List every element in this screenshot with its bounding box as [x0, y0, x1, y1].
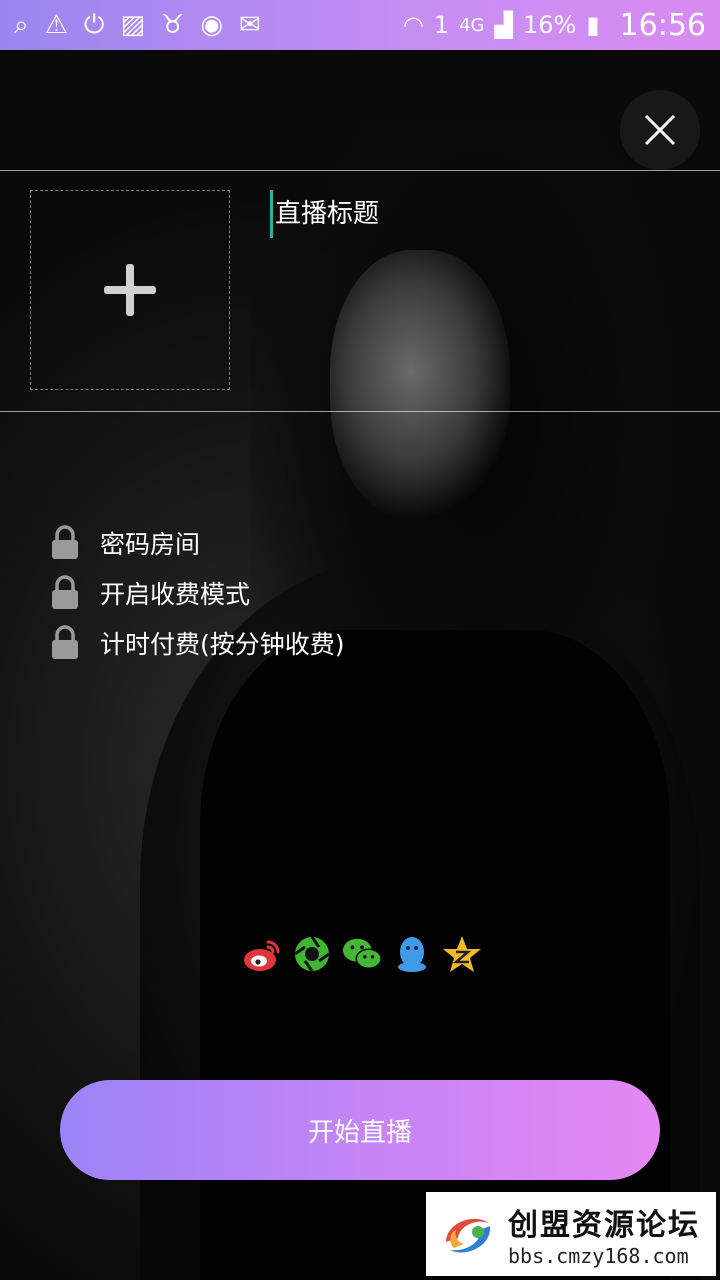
lock-icon — [52, 625, 78, 659]
signal-icon: ▟ — [494, 11, 513, 39]
cover-upload-button[interactable] — [30, 190, 230, 390]
start-live-label: 开始直播 — [307, 1117, 412, 1148]
lock-icon — [52, 575, 78, 609]
qq-icon — [398, 937, 426, 972]
image-icon: ▨ — [120, 10, 146, 40]
wechat-icon — [342, 938, 382, 969]
start-live-button[interactable]: 开始直播 — [60, 1080, 660, 1180]
qq-share-button[interactable] — [392, 932, 432, 976]
share-row — [242, 932, 482, 976]
option-paid-mode[interactable]: 开启收费模式 — [50, 568, 345, 618]
plus-icon — [104, 264, 156, 316]
qzone-icon — [443, 936, 481, 972]
status-bar: ⌕ ⚠ ⏻ ▨ ♉ ◉ ✉ ◠ 1 4G ▟ 16% ▮ 16:56 — [0, 0, 720, 50]
option-password-room[interactable]: 密码房间 — [50, 518, 345, 568]
watermark-url: bbs.cmzy168.com — [508, 1244, 689, 1268]
wifi-icon: ◠ — [402, 11, 424, 39]
moments-share-button[interactable] — [292, 932, 332, 976]
lock-icon — [52, 525, 78, 559]
mail-icon: ✉ — [239, 10, 261, 40]
qzone-share-button[interactable] — [442, 932, 482, 976]
power-icon: ⏻ — [83, 9, 105, 40]
disc-icon: ◉ — [200, 10, 224, 40]
weibo-icon — [244, 940, 280, 971]
close-icon — [644, 114, 676, 146]
clock: 16:56 — [619, 7, 706, 43]
network-type: 4G — [459, 14, 485, 36]
options-list: 密码房间 开启收费模式 计时付费(按分钟收费) — [50, 518, 345, 668]
app-icon: ♉ — [161, 10, 185, 40]
search-icon: ⌕ — [14, 9, 29, 40]
watermark-name: 创盟资源论坛 — [508, 1208, 700, 1243]
option-timed-payment[interactable]: 计时付费(按分钟收费) — [50, 618, 345, 668]
close-button[interactable] — [620, 90, 700, 170]
warning-icon: ⚠ — [44, 10, 68, 40]
divider-bottom — [0, 411, 720, 412]
live-title-input[interactable] — [270, 190, 690, 238]
watermark-logo — [446, 1218, 491, 1253]
battery-icon: ▮ — [586, 11, 600, 39]
watermark: 创盟资源论坛 bbs.cmzy168.com — [426, 1192, 716, 1276]
divider-top — [0, 170, 720, 171]
battery-percent: 16% — [522, 11, 577, 39]
option-label: 计时付费(按分钟收费) — [100, 630, 345, 659]
sim-indicator: 1 — [433, 11, 450, 39]
option-label: 开启收费模式 — [100, 580, 251, 609]
wechat-share-button[interactable] — [342, 932, 382, 976]
moments-icon — [294, 936, 330, 972]
weibo-share-button[interactable] — [242, 932, 282, 976]
option-label: 密码房间 — [100, 530, 201, 559]
